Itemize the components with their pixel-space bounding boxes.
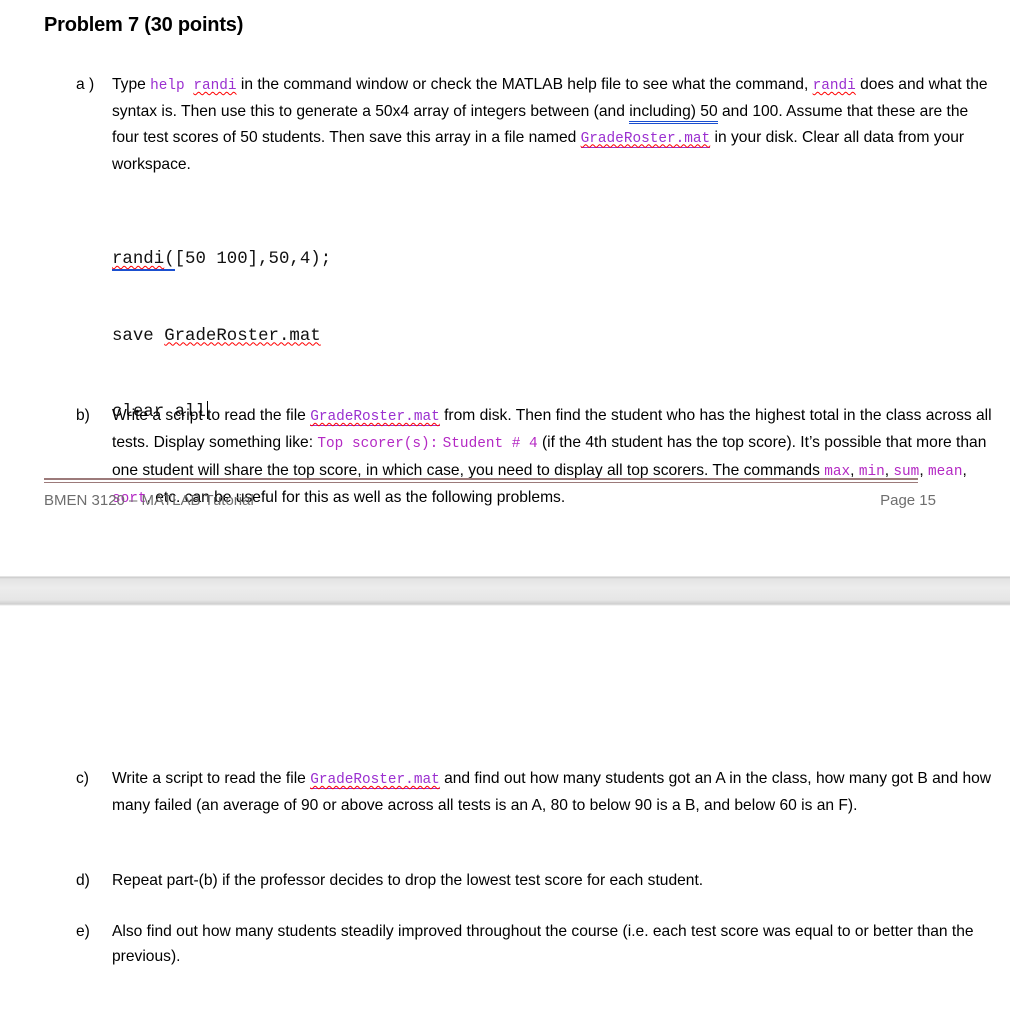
list-item-d-text: Repeat part-(b) if the professor decides… bbox=[112, 868, 992, 893]
code-token-randi: randi bbox=[112, 250, 165, 271]
item-b-filename-token: GradeRoster.mat bbox=[310, 409, 440, 427]
code-line-2: save GradeRoster.mat bbox=[112, 324, 331, 350]
footer-page-number: Page 15 bbox=[880, 492, 936, 509]
code-token-args: [50 100],50,4); bbox=[174, 250, 332, 269]
document-page-2: c) Write a script to read the file Grade… bbox=[0, 606, 1010, 1024]
item-b-text-run: , bbox=[850, 461, 859, 479]
item-a-code-token: help bbox=[150, 78, 185, 94]
item-b-text-run: , bbox=[919, 461, 928, 479]
item-d-text-run: Repeat part-(b) if the professor decides… bbox=[112, 872, 704, 889]
item-b-text-run: , bbox=[962, 461, 967, 479]
item-a-code-token-misspelled: randi bbox=[193, 78, 237, 94]
item-e-text-run: Also find out how many students steadily… bbox=[112, 923, 974, 966]
footer-course-label: BMEN 3120 – MATLAB Tutorial bbox=[44, 492, 254, 509]
item-a-text-run: in the command window or check the MATLA… bbox=[236, 76, 813, 93]
code-token-save: save bbox=[112, 326, 165, 346]
list-marker-d: d) bbox=[76, 872, 90, 889]
item-c-filename-token: GradeRoster.mat bbox=[310, 772, 440, 789]
item-c-text-run: Write a script to read the file bbox=[112, 770, 311, 787]
list-item-c-text: Write a script to read the file GradeRos… bbox=[112, 766, 992, 819]
page-separator bbox=[0, 576, 1010, 606]
list-marker-c: c) bbox=[76, 770, 89, 787]
code-token-open-paren: ( bbox=[164, 250, 175, 271]
list-item-c: c) Write a script to read the file Grade… bbox=[76, 766, 992, 819]
list-marker-b: b) bbox=[76, 407, 90, 425]
code-token-filename: GradeRoster.mat bbox=[164, 326, 321, 346]
document-page-1: Problem 7 (30 points) a ) Type help rand… bbox=[0, 0, 1010, 576]
list-item-d: d) Repeat part-(b) if the professor deci… bbox=[76, 868, 992, 893]
item-a-code-token-misspelled: randi bbox=[812, 78, 856, 94]
item-a-tracked-insertion: including) 50 bbox=[629, 103, 718, 125]
footer-divider bbox=[44, 478, 918, 483]
list-marker-e: e) bbox=[76, 923, 90, 940]
item-b-text-run: Write a script to read the file bbox=[112, 407, 311, 425]
page-title: Problem 7 (30 points) bbox=[44, 14, 244, 36]
list-item-e: e) Also find out how many students stead… bbox=[76, 919, 992, 970]
list-item-e-text: Also find out how many students steadily… bbox=[112, 919, 992, 970]
item-a-filename-token: GradeRoster.mat bbox=[580, 130, 711, 148]
code-line-1: randi([50 100],50,4); bbox=[112, 247, 331, 273]
list-item-a: a ) Type help randi in the command windo… bbox=[76, 72, 992, 177]
list-item-a-text: Type help randi in the command window or… bbox=[112, 72, 992, 177]
list-marker-a: a ) bbox=[76, 76, 95, 93]
item-b-code-token: Student # 4 bbox=[442, 436, 538, 453]
item-b-code-token: mean bbox=[928, 463, 963, 480]
item-b-code-token: Top scorer(s): bbox=[317, 436, 439, 453]
item-a-text-run: Type bbox=[112, 76, 151, 93]
